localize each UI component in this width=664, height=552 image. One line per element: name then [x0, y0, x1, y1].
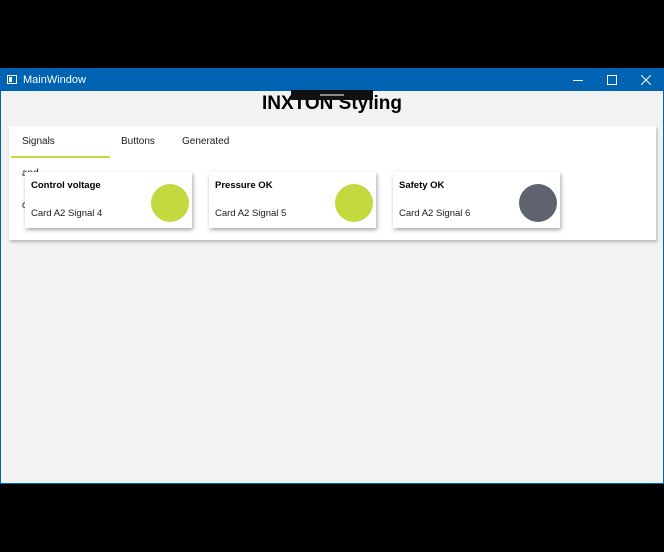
- signal-indicator: [519, 184, 557, 222]
- selected-tab-indicator: [11, 156, 110, 158]
- maximize-button[interactable]: [595, 69, 629, 91]
- signal-card: Pressure OK Card A2 Signal 5: [209, 172, 376, 228]
- main-window: MainWindow INXTON Styling Signals and ca…: [0, 68, 664, 484]
- close-icon: [641, 75, 651, 85]
- maximize-icon: [607, 75, 617, 85]
- signal-card: Safety OK Card A2 Signal 6: [393, 172, 560, 228]
- close-button[interactable]: [629, 69, 663, 91]
- card-title: Control voltage: [31, 180, 101, 191]
- tab-generated[interactable]: Generated: [182, 126, 229, 158]
- card-signal-label: Card A2 Signal 5: [215, 208, 287, 219]
- signal-indicator: [335, 184, 373, 222]
- minimize-button[interactable]: [561, 69, 595, 91]
- tab-signals-and-cards[interactable]: Signals and cards: [22, 126, 55, 211]
- tab-buttons[interactable]: Buttons: [121, 126, 155, 158]
- window-title: MainWindow: [23, 74, 86, 86]
- card-title: Safety OK: [399, 180, 445, 191]
- card-signal-label: Card A2 Signal 4: [31, 208, 103, 219]
- window-icon: [7, 75, 17, 84]
- signal-indicator: [151, 184, 189, 222]
- signal-card: Control voltage Card A2 Signal 4: [25, 172, 192, 228]
- tab-panel: Signals and cards Buttons Generated Cont…: [9, 126, 656, 240]
- title-bar[interactable]: MainWindow: [1, 69, 663, 91]
- drag-handle[interactable]: [291, 90, 373, 100]
- card-signal-label: Card A2 Signal 6: [399, 208, 471, 219]
- minimize-icon: [573, 80, 583, 81]
- card-title: Pressure OK: [215, 180, 273, 191]
